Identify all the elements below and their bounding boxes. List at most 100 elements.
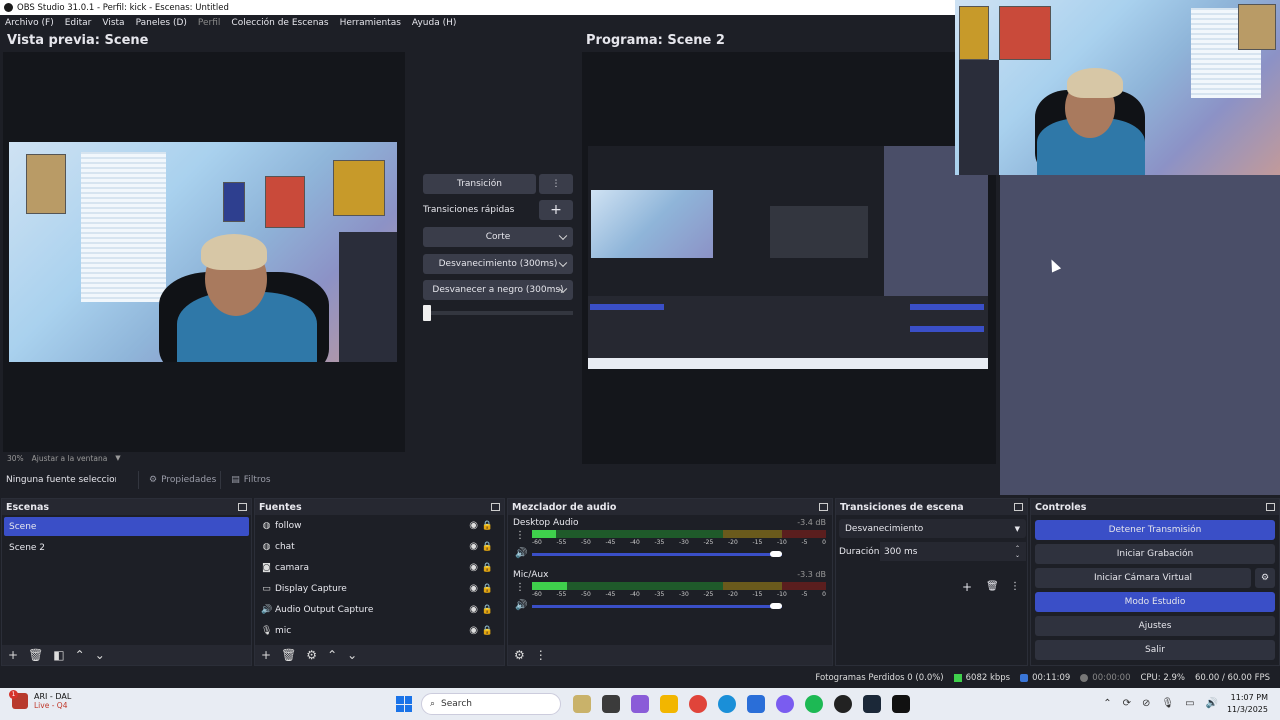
quick-transition-corte[interactable]: Corte xyxy=(423,227,573,247)
copilot-icon[interactable] xyxy=(631,695,649,713)
source-item-display-capture[interactable]: ▭ Display Capture ◉ 🔒 xyxy=(255,578,504,599)
menu-paneles[interactable]: Paneles (D) xyxy=(136,18,187,28)
network-off-icon[interactable]: ⊘ xyxy=(1142,698,1150,709)
move-up-icon[interactable]: ⌃ xyxy=(75,648,85,662)
menu-editar[interactable]: Editar xyxy=(65,18,92,28)
duration-input[interactable]: 300 ms ⌃ ⌄ xyxy=(880,542,1026,561)
store-icon[interactable] xyxy=(747,695,765,713)
start-virtual-camera-button[interactable]: Iniciar Cámara Virtual xyxy=(1035,568,1251,588)
lock-icon[interactable]: 🔒 xyxy=(482,563,493,573)
exit-button[interactable]: Salir xyxy=(1035,640,1275,660)
more-vertical-icon[interactable]: ⋮ xyxy=(515,582,525,593)
lock-icon[interactable]: 🔒 xyxy=(482,542,493,552)
source-item-follow[interactable]: ◍ follow ◉ 🔒 xyxy=(255,515,504,536)
menu-coleccion[interactable]: Colección de Escenas xyxy=(231,18,328,28)
eye-icon[interactable]: ◉ xyxy=(469,562,478,573)
transition-button[interactable]: Transición xyxy=(423,174,536,194)
more-vertical-icon[interactable]: ⋮ xyxy=(1010,581,1020,592)
chevron-down-icon[interactable]: ▼ xyxy=(115,454,120,462)
source-item-mic[interactable]: 🎙 mic ◉ 🔒 xyxy=(255,620,504,641)
volume-knob[interactable] xyxy=(770,603,782,609)
properties-button[interactable]: ⚙ Propiedades xyxy=(138,470,216,489)
volume-slider[interactable] xyxy=(532,553,782,556)
fit-window-select[interactable]: Ajustar a la ventana xyxy=(32,454,108,463)
speaker-icon[interactable]: 🔊 xyxy=(515,600,527,611)
remove-source-icon[interactable]: 🗑 xyxy=(281,648,296,662)
menu-herramientas[interactable]: Herramientas xyxy=(340,18,401,28)
eye-icon[interactable]: ◉ xyxy=(469,583,478,594)
tbar-track[interactable] xyxy=(423,311,573,315)
spotify-icon[interactable] xyxy=(805,695,823,713)
filters-button[interactable]: ▤ Filtros xyxy=(220,470,271,489)
start-recording-button[interactable]: Iniciar Grabación xyxy=(1035,544,1275,564)
weather-widget[interactable]: 1 ARI - DAL Live - Q4 xyxy=(9,690,71,710)
lock-icon[interactable]: 🔒 xyxy=(482,605,493,615)
edge-icon[interactable] xyxy=(718,695,736,713)
more-vertical-icon[interactable]: ⋮ xyxy=(535,648,547,662)
clock[interactable]: 11:07 PM 11/3/2025 xyxy=(1227,692,1268,716)
add-transition-icon[interactable]: + xyxy=(962,580,972,594)
scene-item-scene[interactable]: Scene xyxy=(4,517,249,536)
undock-icon[interactable] xyxy=(1014,503,1023,511)
gear-icon[interactable]: ⚙ xyxy=(514,648,525,662)
transition-menu-button[interactable]: ⋮ xyxy=(539,174,573,194)
chevron-up-icon[interactable]: ⌃ xyxy=(1103,698,1111,709)
speaker-icon[interactable]: 🔊 xyxy=(515,548,527,559)
game-app-icon[interactable] xyxy=(892,695,910,713)
eye-icon[interactable]: ◉ xyxy=(469,541,478,552)
obs-taskbar-icon[interactable] xyxy=(834,695,852,713)
add-source-icon[interactable]: + xyxy=(261,648,271,662)
display-icon[interactable]: ▭ xyxy=(1185,698,1194,709)
spin-icon[interactable]: ⌃ ⌄ xyxy=(1015,545,1020,559)
studio-mode-button[interactable]: Modo Estudio xyxy=(1035,592,1275,612)
taskbar-search[interactable]: ⌕ Search xyxy=(421,693,561,715)
menu-archivo[interactable]: Archivo (F) xyxy=(5,18,54,28)
eye-icon[interactable]: ◉ xyxy=(469,625,478,636)
menu-ayuda[interactable]: Ayuda (H) xyxy=(412,18,456,28)
more-vertical-icon[interactable]: ⋮ xyxy=(515,530,525,541)
add-scene-icon[interactable]: + xyxy=(8,648,18,662)
task-view-icon[interactable] xyxy=(602,695,620,713)
undock-icon[interactable] xyxy=(819,503,828,511)
stop-streaming-button[interactable]: Detener Transmisión xyxy=(1035,520,1275,540)
tbar-handle[interactable] xyxy=(423,305,431,321)
eye-icon[interactable]: ◉ xyxy=(469,520,478,531)
scene-filter-icon[interactable]: ◧ xyxy=(53,648,64,662)
chrome-icon[interactable] xyxy=(689,695,707,713)
virtual-camera-settings-button[interactable]: ⚙ xyxy=(1255,568,1275,588)
file-explorer-icon[interactable] xyxy=(660,695,678,713)
preview-canvas[interactable] xyxy=(3,52,405,452)
source-item-chat[interactable]: ◍ chat ◉ 🔒 xyxy=(255,536,504,557)
source-item-camara[interactable]: ◙ camara ◉ 🔒 xyxy=(255,557,504,578)
scene-item-scene-2[interactable]: Scene 2 xyxy=(4,538,249,557)
widget-app-icon[interactable] xyxy=(573,695,591,713)
transition-select[interactable]: Desvanecimiento ▼ xyxy=(839,519,1026,538)
quick-transition-fade-black[interactable]: Desvanecer a negro (300ms) xyxy=(423,280,573,300)
add-quick-transition-button[interactable]: + xyxy=(539,200,573,220)
source-item-audio-output[interactable]: 🔊 Audio Output Capture ◉ 🔒 xyxy=(255,599,504,620)
sync-icon[interactable]: ⟳ xyxy=(1123,698,1131,709)
remove-scene-icon[interactable]: 🗑 xyxy=(28,648,43,662)
volume-icon[interactable]: 🔊 xyxy=(1206,698,1218,709)
lock-icon[interactable]: 🔒 xyxy=(482,584,493,594)
lock-icon[interactable]: 🔒 xyxy=(482,521,493,531)
microphone-icon[interactable]: 🎙 xyxy=(1161,698,1174,709)
steam-icon[interactable] xyxy=(863,695,881,713)
move-down-icon[interactable]: ⌄ xyxy=(95,648,105,662)
discord-icon[interactable] xyxy=(776,695,794,713)
undock-icon[interactable] xyxy=(1266,503,1275,511)
remove-transition-icon[interactable]: 🗑 xyxy=(986,581,999,592)
move-up-icon[interactable]: ⌃ xyxy=(327,648,337,662)
gear-icon[interactable]: ⚙ xyxy=(306,648,317,662)
undock-icon[interactable] xyxy=(238,503,247,511)
lock-icon[interactable]: 🔒 xyxy=(482,626,493,636)
menu-vista[interactable]: Vista xyxy=(102,18,124,28)
move-down-icon[interactable]: ⌄ xyxy=(347,648,357,662)
volume-knob[interactable] xyxy=(770,551,782,557)
settings-button[interactable]: Ajustes xyxy=(1035,616,1275,636)
menu-perfil[interactable]: Perfil xyxy=(198,18,221,28)
volume-slider[interactable] xyxy=(532,605,782,608)
quick-transition-fade[interactable]: Desvanecimiento (300ms) xyxy=(423,254,573,274)
undock-icon[interactable] xyxy=(491,503,500,511)
windows-start-icon[interactable] xyxy=(396,696,412,712)
